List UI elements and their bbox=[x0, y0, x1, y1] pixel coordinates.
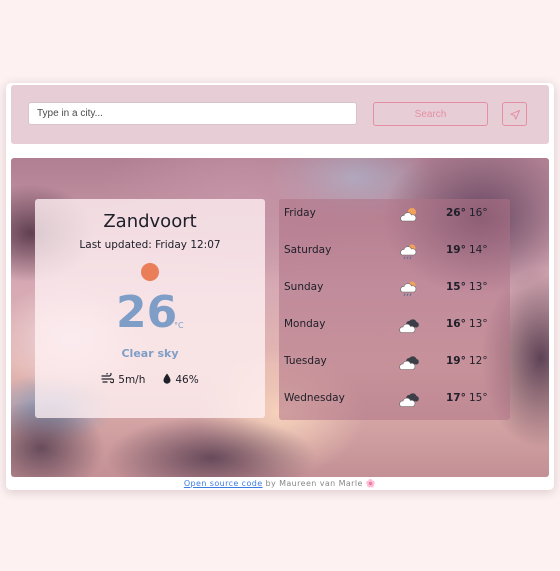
forecast-max: 26° bbox=[446, 207, 466, 219]
forecast-min: 12° bbox=[469, 355, 488, 367]
forecast-row: Tuesday 19° 12° bbox=[279, 347, 510, 377]
wind-icon bbox=[101, 371, 115, 387]
forecast-row: Friday 26° 16° bbox=[279, 199, 510, 229]
city-search-input[interactable] bbox=[28, 102, 357, 125]
forecast-day: Monday bbox=[284, 318, 326, 330]
location-arrow-icon bbox=[509, 105, 520, 124]
footer: Open source code by Maureen van Marle 🌸 bbox=[0, 479, 560, 488]
dark-clouds-icon bbox=[399, 317, 419, 335]
forecast-day: Tuesday bbox=[284, 355, 327, 367]
forecast-max: 15° bbox=[446, 281, 466, 293]
forecast-row: Monday 16° 13° bbox=[279, 310, 510, 340]
forecast-max: 17° bbox=[446, 392, 466, 404]
droplet-icon bbox=[163, 373, 171, 387]
footer-author: by Maureen van Marle bbox=[262, 479, 366, 488]
forecast-row: Sunday 15° 13° bbox=[279, 273, 510, 303]
current-location-button[interactable] bbox=[502, 102, 527, 126]
last-updated: Last updated: Friday 12:07 bbox=[79, 239, 221, 251]
weather-description: Clear sky bbox=[121, 347, 179, 360]
forecast-max: 19° bbox=[446, 244, 466, 256]
forecast-day: Sunday bbox=[284, 281, 324, 293]
sun-cloud-rain-icon bbox=[399, 280, 419, 298]
sun-cloud-rain-icon bbox=[399, 243, 419, 261]
search-bar: Search bbox=[11, 85, 549, 144]
dark-clouds-icon bbox=[399, 354, 419, 372]
forecast-min: 14° bbox=[469, 244, 488, 256]
forecast-min: 13° bbox=[469, 318, 488, 330]
source-code-link[interactable]: Open source code bbox=[184, 479, 263, 488]
humidity: 46% bbox=[175, 374, 199, 386]
forecast-panel: Friday 26° 16° Saturday 19° 14° Sunday 1… bbox=[279, 199, 510, 420]
forecast-day: Friday bbox=[284, 207, 316, 219]
forecast-min: 16° bbox=[469, 207, 488, 219]
forecast-row: Saturday 19° 14° bbox=[279, 236, 510, 266]
forecast-row: Wednesday 17° 15° bbox=[279, 384, 510, 414]
forecast-day: Saturday bbox=[284, 244, 332, 256]
wind-speed: 5m/h bbox=[118, 374, 146, 386]
sun-icon bbox=[141, 263, 159, 281]
search-button[interactable]: Search bbox=[373, 102, 488, 126]
weather-stats: 5m/h 46% bbox=[35, 371, 265, 387]
current-weather-panel: Zandvoort Last updated: Friday 12:07 26 … bbox=[35, 199, 265, 418]
forecast-max: 19° bbox=[446, 355, 466, 367]
flower-icon: 🌸 bbox=[365, 479, 377, 488]
current-temperature: 26 bbox=[116, 287, 178, 338]
sun-behind-cloud-icon bbox=[399, 206, 419, 224]
city-name: Zandvoort bbox=[103, 211, 197, 232]
forecast-day: Wednesday bbox=[284, 392, 345, 404]
forecast-max: 16° bbox=[446, 318, 466, 330]
dark-clouds-icon bbox=[399, 391, 419, 409]
temperature-unit: °C bbox=[174, 321, 184, 330]
forecast-min: 15° bbox=[469, 392, 488, 404]
forecast-min: 13° bbox=[469, 281, 488, 293]
